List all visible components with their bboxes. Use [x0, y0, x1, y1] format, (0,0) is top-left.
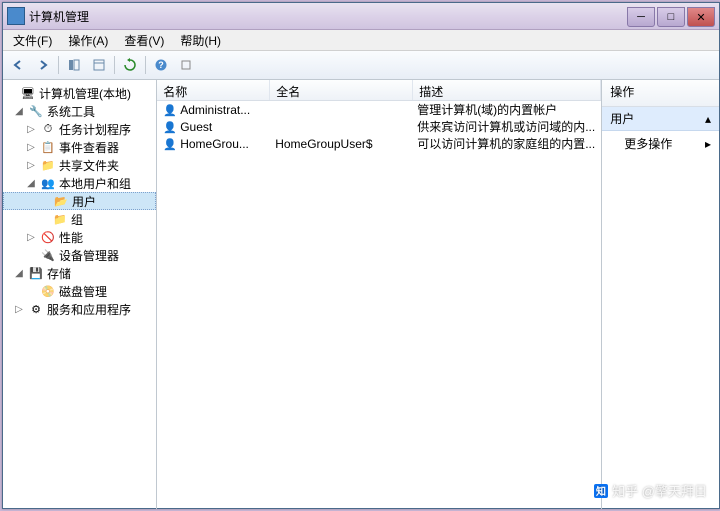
- show-hide-tree-button[interactable]: [62, 53, 86, 77]
- menu-file[interactable]: 文件(F): [5, 30, 60, 51]
- tree-device-manager[interactable]: 🔌设备管理器: [3, 246, 156, 264]
- tree-users[interactable]: 📂用户: [3, 192, 156, 210]
- tree-groups[interactable]: 📁组: [3, 210, 156, 228]
- export-button[interactable]: [174, 53, 198, 77]
- tree-task-scheduler[interactable]: ▷⏱任务计划程序: [3, 120, 156, 138]
- tree-event-viewer[interactable]: ▷📋事件查看器: [3, 138, 156, 156]
- app-window: 计算机管理 ─ □ ✕ 文件(F) 操作(A) 查看(V) 帮助(H) ? 🖥计…: [2, 2, 720, 509]
- menu-view[interactable]: 查看(V): [116, 30, 172, 51]
- col-desc[interactable]: 描述: [413, 80, 601, 100]
- tree-performance[interactable]: ▷🚫性能: [3, 228, 156, 246]
- tree-pane[interactable]: 🖥计算机管理(本地) ◢🔧系统工具 ▷⏱任务计划程序 ▷📋事件查看器 ▷📁共享文…: [3, 80, 157, 509]
- user-row[interactable]: 👤HomeGrou...HomeGroupUser$可以访问计算机的家庭组的内置…: [157, 135, 601, 152]
- col-fullname[interactable]: 全名: [270, 80, 413, 100]
- user-row[interactable]: 👤Administrat...管理计算机(域)的内置帐户: [157, 101, 601, 118]
- actions-header: 操作: [602, 80, 719, 107]
- tree-services-apps[interactable]: ▷⚙服务和应用程序: [3, 300, 156, 318]
- menu-help[interactable]: 帮助(H): [172, 30, 229, 51]
- toolbar: ?: [3, 51, 719, 80]
- list-body[interactable]: 👤Administrat...管理计算机(域)的内置帐户👤Guest供来宾访问计…: [157, 101, 601, 509]
- list-pane: 名称 全名 描述 👤Administrat...管理计算机(域)的内置帐户👤Gu…: [157, 80, 602, 509]
- svg-text:知: 知: [595, 485, 606, 498]
- tree-shared-folders[interactable]: ▷📁共享文件夹: [3, 156, 156, 174]
- titlebar[interactable]: 计算机管理 ─ □ ✕: [3, 3, 719, 30]
- svg-text:?: ?: [158, 60, 164, 70]
- forward-button[interactable]: [31, 53, 55, 77]
- tree-storage[interactable]: ◢💾存储: [3, 264, 156, 282]
- user-icon: 👤: [163, 138, 177, 150]
- actions-more[interactable]: 更多操作▸: [602, 131, 719, 156]
- tree-disk-management[interactable]: 📀磁盘管理: [3, 282, 156, 300]
- user-icon: 👤: [163, 121, 177, 133]
- menubar: 文件(F) 操作(A) 查看(V) 帮助(H): [3, 30, 719, 51]
- tree-system-tools[interactable]: ◢🔧系统工具: [3, 102, 156, 120]
- back-button[interactable]: [6, 53, 30, 77]
- chevron-right-icon: ▸: [705, 137, 711, 151]
- user-icon: 👤: [163, 104, 177, 116]
- watermark: 知 知乎 @擎天拜日: [594, 481, 707, 500]
- properties-button[interactable]: [87, 53, 111, 77]
- actions-group-users[interactable]: 用户▴: [602, 107, 719, 131]
- tree-local-users-groups[interactable]: ◢👥本地用户和组: [3, 174, 156, 192]
- zhihu-icon: 知: [594, 484, 608, 498]
- close-button[interactable]: ✕: [687, 7, 715, 27]
- app-icon: [7, 7, 25, 25]
- maximize-button[interactable]: □: [657, 7, 685, 27]
- actions-pane: 操作 用户▴ 更多操作▸: [602, 80, 719, 509]
- list-header: 名称 全名 描述: [157, 80, 601, 101]
- tree-root[interactable]: 🖥计算机管理(本地): [3, 84, 156, 102]
- collapse-icon: ▴: [705, 112, 711, 126]
- user-row[interactable]: 👤Guest供来宾访问计算机或访问域的内...: [157, 118, 601, 135]
- window-title: 计算机管理: [29, 8, 625, 25]
- help-button[interactable]: ?: [149, 53, 173, 77]
- col-name[interactable]: 名称: [157, 80, 270, 100]
- refresh-button[interactable]: [118, 53, 142, 77]
- menu-action[interactable]: 操作(A): [60, 30, 116, 51]
- content-area: 🖥计算机管理(本地) ◢🔧系统工具 ▷⏱任务计划程序 ▷📋事件查看器 ▷📁共享文…: [3, 80, 719, 509]
- minimize-button[interactable]: ─: [627, 7, 655, 27]
